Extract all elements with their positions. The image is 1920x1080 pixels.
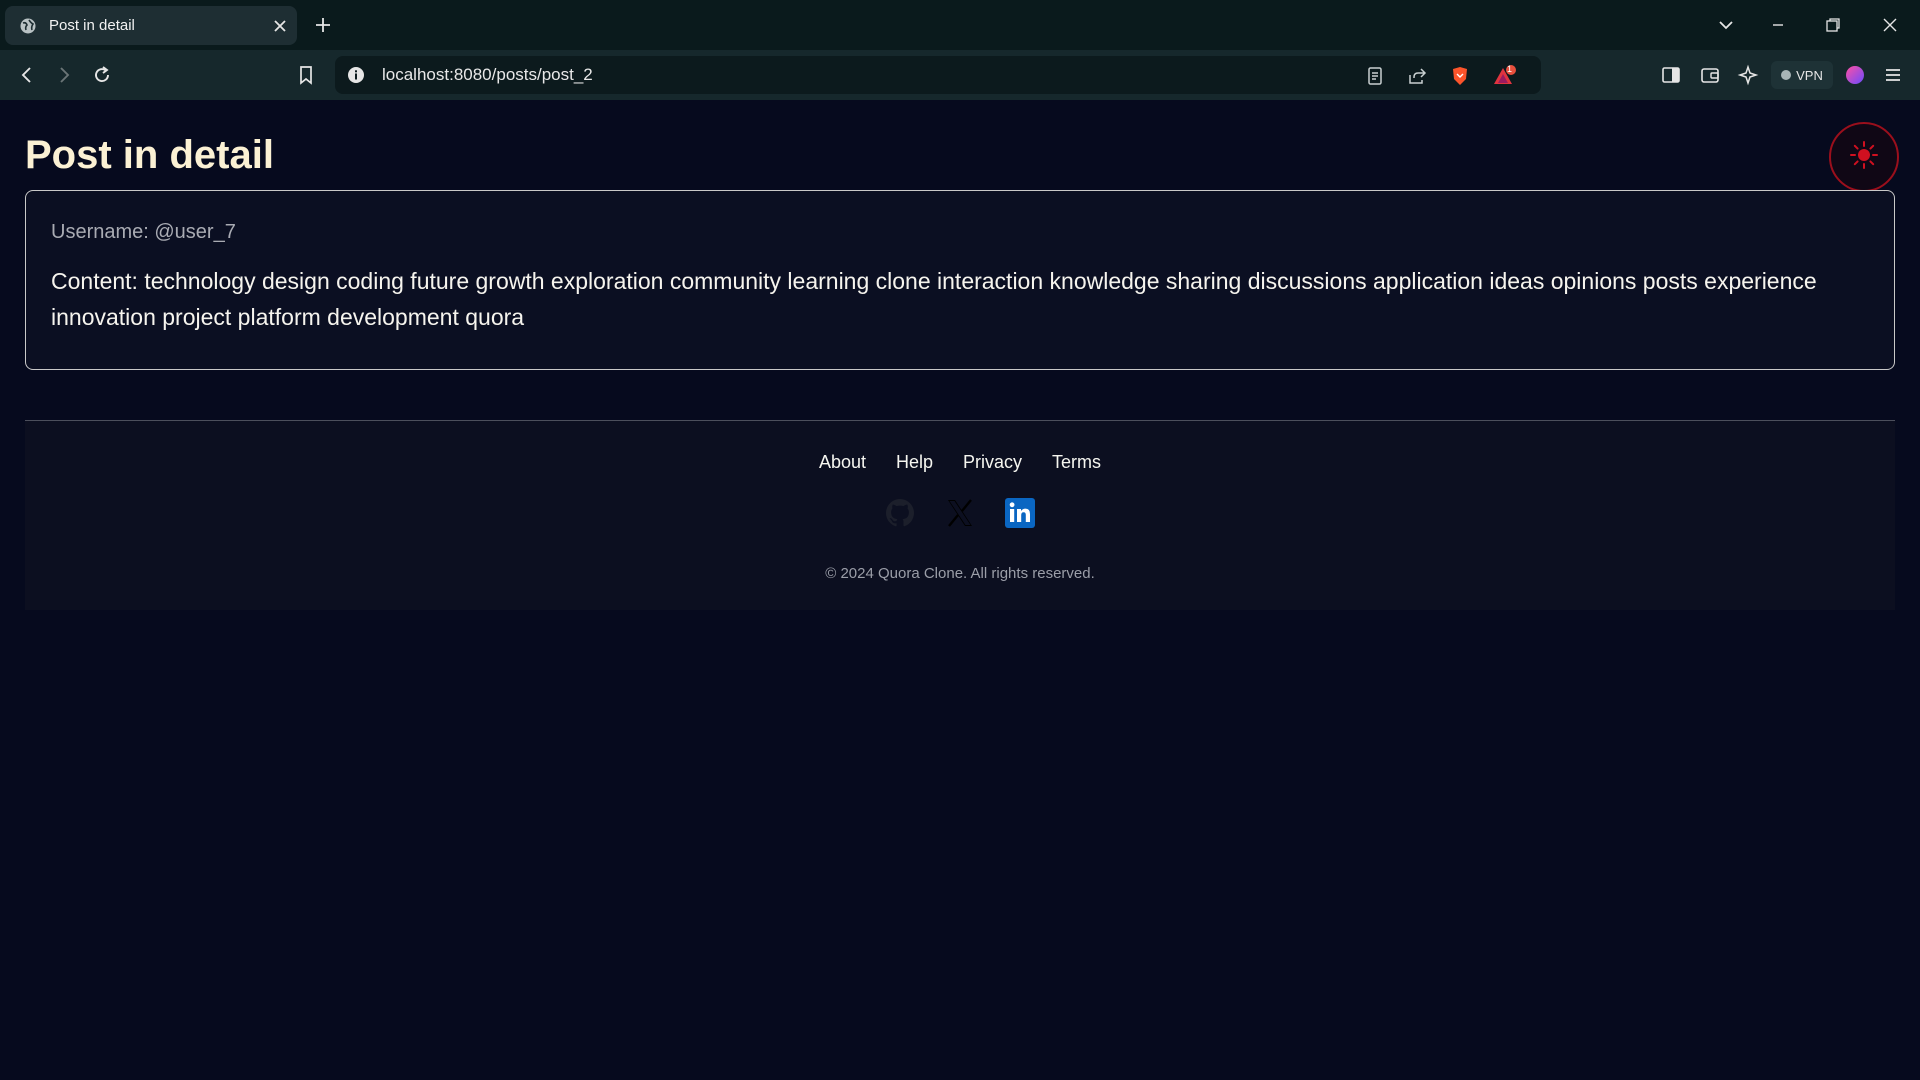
url-text[interactable]: localhost:8080/posts/post_2 [382,65,593,85]
social-links [25,497,1895,529]
chevron-down-icon[interactable] [1715,14,1737,36]
copyright-text: © 2024 Quora Clone. All rights reserved. [825,565,1095,582]
footer-link-privacy[interactable]: Privacy [963,452,1022,473]
footer-link-terms[interactable]: Terms [1052,452,1101,473]
reload-icon[interactable] [91,64,113,86]
leo-ai-icon[interactable] [1737,64,1759,86]
browser-tab[interactable]: Post in detail [5,6,297,45]
forward-icon[interactable] [53,64,75,86]
brave-rewards-icon[interactable]: 1 [1492,64,1518,87]
vpn-button[interactable]: VPN [1771,61,1833,89]
browser-tab-bar: Post in detail [0,0,1920,50]
new-tab-icon[interactable] [313,15,333,35]
minimize-icon[interactable] [1767,14,1789,36]
vpn-status-icon [1781,70,1792,80]
tab-title: Post in detail [49,17,135,34]
close-window-icon[interactable] [1879,14,1901,36]
footer-links: About Help Privacy Terms [25,452,1895,473]
browser-toolbar: localhost:8080/posts/post_2 1 VPN [0,50,1920,100]
page-title: Post in detail [25,133,274,177]
share-icon[interactable] [1406,65,1428,87]
address-bar[interactable]: localhost:8080/posts/post_2 1 [335,56,1541,94]
reader-mode-icon[interactable] [1364,65,1386,87]
sidebar-icon[interactable] [1660,64,1682,86]
post-content: Content: technology design coding future… [51,268,1817,330]
restore-icon[interactable] [1822,14,1844,36]
brave-shields-icon[interactable] [1449,65,1471,87]
back-icon[interactable] [16,64,38,86]
profile-avatar-icon[interactable] [1844,64,1866,86]
notification-count: 1 [1507,64,1513,74]
x-icon[interactable] [944,497,976,529]
menu-icon[interactable] [1882,64,1904,86]
close-tab-icon[interactable] [271,17,289,35]
theme-toggle-button[interactable] [1829,122,1899,192]
post-card: Username: @user_7 Content: technology de… [25,190,1895,370]
vpn-label: VPN [1796,67,1823,83]
globe-icon [19,17,37,35]
sun-icon [1849,140,1879,175]
footer-link-about[interactable]: About [819,452,866,473]
wallet-icon[interactable] [1699,64,1721,86]
bookmark-icon[interactable] [295,64,317,86]
post-username: Username: @user_7 [51,221,236,243]
footer-link-help[interactable]: Help [896,452,933,473]
linkedin-icon[interactable] [1004,497,1036,529]
site-info-icon[interactable] [347,66,365,84]
github-icon[interactable] [884,497,916,529]
footer: About Help Privacy Terms © 2024 Quora Cl… [25,421,1895,610]
